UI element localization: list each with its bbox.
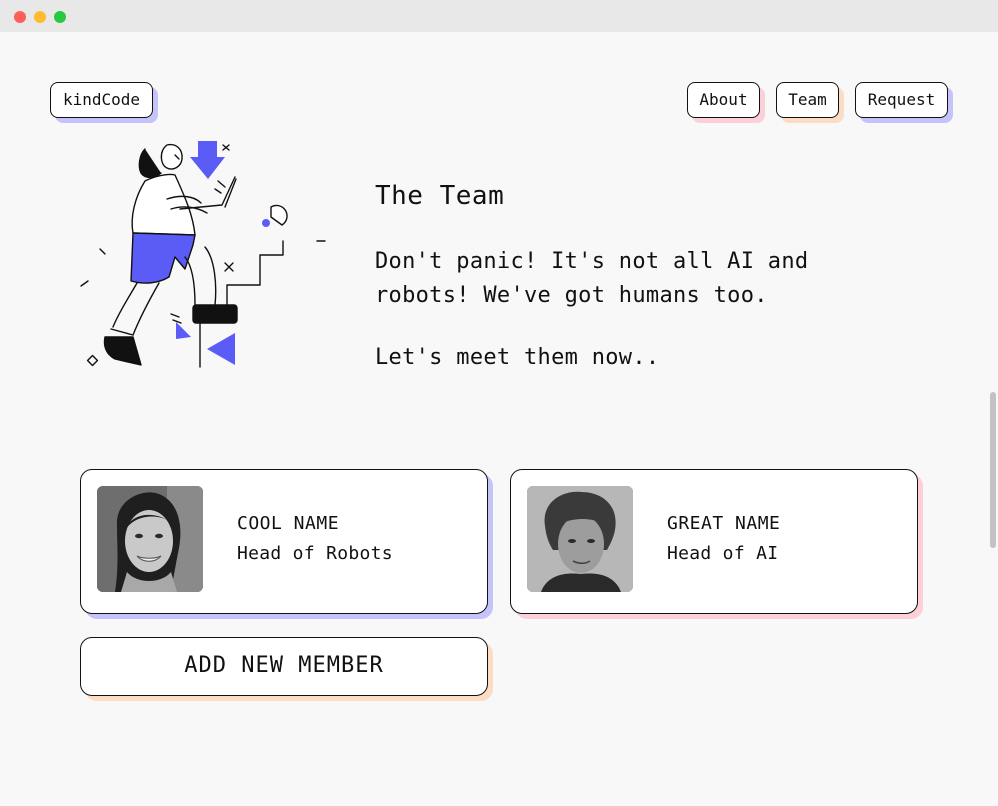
app-window: kindCode About Team Request The Team Don… (0, 0, 998, 806)
nav-about-link[interactable]: About (687, 82, 760, 118)
scrollbar-thumb[interactable] (990, 392, 996, 548)
member-photo (527, 486, 633, 592)
close-window-button[interactable] (14, 11, 26, 23)
nav-team-link[interactable]: Team (776, 82, 839, 118)
zoom-window-button[interactable] (54, 11, 66, 23)
member-name: COOL NAME (237, 513, 340, 534)
page-title: The Team (375, 181, 505, 211)
intro-text: Don't panic! It's not all AI and robots!… (375, 249, 809, 308)
nav-request-link[interactable]: Request (855, 82, 948, 118)
window-titlebar (0, 0, 998, 32)
team-member-card[interactable]: COOL NAME Head of Robots (80, 469, 488, 614)
person-climbing-stairs-illustration (80, 141, 326, 368)
member-role: Head of AI (667, 543, 779, 564)
member-name: GREAT NAME (667, 513, 781, 534)
member-role: Head of Robots (237, 543, 393, 564)
add-new-member-button[interactable]: ADD NEW MEMBER (80, 637, 488, 696)
outro-text: Let's meet them now.. (375, 345, 660, 370)
logo-button[interactable]: kindCode (50, 82, 153, 118)
team-member-card[interactable]: GREAT NAME Head of AI (510, 469, 918, 614)
minimize-window-button[interactable] (34, 11, 46, 23)
member-photo (97, 486, 203, 592)
